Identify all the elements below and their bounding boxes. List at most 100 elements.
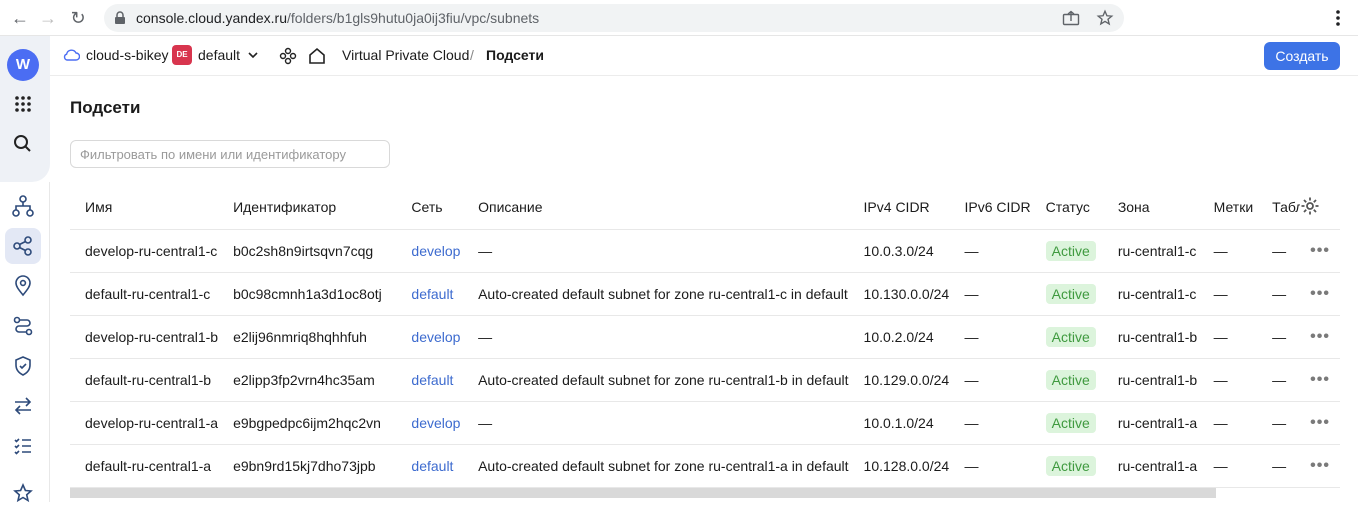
row-actions-cell: ••• — [1300, 401, 1340, 445]
column-header-description[interactable]: Описание — [463, 186, 849, 230]
subnet-ipv4: 10.0.1.0/24 — [848, 401, 950, 445]
column-header-name[interactable]: Имя — [70, 186, 219, 230]
subnet-name[interactable]: default-ru-central1-a — [70, 444, 219, 488]
column-header-ipv6[interactable]: IPv6 CIDR — [949, 186, 1031, 230]
subnet-id: e2lipp3fp2vrn4hc35am — [218, 358, 397, 402]
bookmark-star-icon[interactable] — [1096, 9, 1114, 27]
row-actions-cell: ••• — [1300, 229, 1340, 273]
table-row[interactable]: develop-ru-central1-c b0c2sh8n9irtsqvn7c… — [70, 229, 1340, 273]
column-header-route-table[interactable]: Табл — [1257, 186, 1301, 230]
column-header-ipv4[interactable]: IPv4 CIDR — [848, 186, 950, 230]
browser-menu-icon[interactable] — [1330, 6, 1346, 30]
chevron-down-icon[interactable] — [246, 48, 260, 62]
subnet-route-table: — — [1257, 315, 1301, 359]
column-settings-header — [1300, 186, 1340, 230]
subnet-name[interactable]: develop-ru-central1-c — [70, 229, 219, 273]
subnets-nav-item[interactable] — [5, 228, 41, 264]
subnet-route-table: — — [1257, 272, 1301, 316]
subnet-zone: ru-central1-c — [1102, 229, 1199, 273]
more-actions-icon[interactable]: ••• — [1310, 414, 1330, 432]
status-badge: Active — [1045, 326, 1096, 347]
back-icon[interactable]: ← — [8, 6, 32, 30]
network-link[interactable]: default — [411, 372, 453, 388]
forward-icon[interactable]: → — [36, 6, 60, 30]
gear-icon[interactable] — [1300, 196, 1320, 216]
cloud-icon — [63, 49, 80, 61]
more-actions-icon[interactable]: ••• — [1310, 328, 1330, 346]
address-bar[interactable]: console.cloud.yandex.ru/folders/b1gls9hu… — [104, 4, 1124, 32]
subnet-status-cell: Active — [1030, 401, 1103, 445]
network-link[interactable]: develop — [411, 243, 460, 259]
column-header-zone[interactable]: Зона — [1102, 186, 1199, 230]
table-header-row: Имя Идентификатор Сеть Описание IPv4 CID… — [70, 186, 1340, 230]
more-actions-icon[interactable]: ••• — [1310, 457, 1330, 475]
subnet-ipv6: — — [949, 272, 1031, 316]
row-actions-cell: ••• — [1300, 272, 1340, 316]
apps-grid-icon[interactable] — [9, 90, 37, 118]
table-row[interactable]: default-ru-central1-b e2lipp3fp2vrn4hc35… — [70, 358, 1340, 402]
column-header-id[interactable]: Идентификатор — [218, 186, 397, 230]
filter-input[interactable] — [70, 140, 390, 168]
subnet-description: — — [463, 315, 849, 359]
subnet-name[interactable]: develop-ru-central1-a — [70, 401, 219, 445]
subnet-zone: ru-central1-c — [1102, 272, 1199, 316]
subnet-name[interactable]: default-ru-central1-b — [70, 358, 219, 402]
share-icon[interactable] — [1062, 10, 1080, 26]
console-header: cloud-s-bikey DE default Virtual Private… — [50, 36, 1358, 76]
table-row[interactable]: default-ru-central1-a e9bn9rd15kj7dho73j… — [70, 444, 1340, 488]
table-row[interactable]: develop-ru-central1-a e9bgpedpc6ijm2hqc2… — [70, 401, 1340, 445]
more-actions-icon[interactable]: ••• — [1310, 371, 1330, 389]
more-actions-icon[interactable]: ••• — [1310, 285, 1330, 303]
subnet-labels: — — [1198, 444, 1258, 488]
services-icon[interactable] — [278, 46, 298, 66]
subnet-name[interactable]: default-ru-central1-c — [70, 272, 219, 316]
folder-badge: DE — [172, 45, 192, 65]
subnet-description: Auto-created default subnet for zone ru-… — [463, 358, 849, 402]
sidebar-top-panel: W — [0, 36, 50, 182]
column-header-status[interactable]: Статус — [1030, 186, 1103, 230]
cloud-selector[interactable]: cloud-s-bikey — [86, 47, 168, 63]
subnet-status-cell: Active — [1030, 444, 1103, 488]
horizontal-scrollbar[interactable] — [70, 488, 1216, 498]
more-actions-icon[interactable]: ••• — [1310, 242, 1330, 260]
subnets-table: Имя Идентификатор Сеть Описание IPv4 CID… — [70, 186, 1340, 488]
column-header-network[interactable]: Сеть — [396, 186, 464, 230]
table-row[interactable]: default-ru-central1-c b0c98cmnh1a3d1oc8o… — [70, 272, 1340, 316]
subnet-ipv4: 10.0.2.0/24 — [848, 315, 950, 359]
network-topology-icon[interactable] — [9, 192, 37, 220]
subnet-network-cell: default — [396, 272, 464, 316]
network-link[interactable]: develop — [411, 415, 460, 431]
security-shield-icon[interactable] — [9, 352, 37, 380]
row-actions-cell: ••• — [1300, 358, 1340, 402]
network-link[interactable]: default — [411, 286, 453, 302]
subnet-network-cell: default — [396, 444, 464, 488]
arrows-exchange-icon[interactable] — [9, 392, 37, 420]
subnet-status-cell: Active — [1030, 358, 1103, 402]
create-button[interactable]: Создать — [1264, 42, 1340, 70]
subnet-id: e9bn9rd15kj7dho73jpb — [218, 444, 397, 488]
subnet-id: e9bgpedpc6ijm2hqc2vn — [218, 401, 397, 445]
subnet-ipv6: — — [949, 401, 1031, 445]
network-link[interactable]: default — [411, 458, 453, 474]
yandex-cloud-logo[interactable]: W — [7, 49, 39, 81]
subnet-name[interactable]: develop-ru-central1-b — [70, 315, 219, 359]
subnet-zone: ru-central1-b — [1102, 315, 1199, 359]
location-pin-icon[interactable] — [9, 272, 37, 300]
search-icon[interactable] — [9, 130, 37, 158]
folder-selector[interactable]: default — [198, 47, 240, 63]
subnet-labels: — — [1198, 401, 1258, 445]
breadcrumb-service[interactable]: Virtual Private Cloud — [342, 47, 469, 63]
routes-icon[interactable] — [9, 312, 37, 340]
network-link[interactable]: develop — [411, 329, 460, 345]
breadcrumb-separator: / — [470, 47, 474, 63]
subnet-description: Auto-created default subnet for zone ru-… — [463, 444, 849, 488]
column-header-labels[interactable]: Метки — [1198, 186, 1258, 230]
favorites-star-icon[interactable] — [9, 480, 37, 508]
home-icon[interactable] — [307, 46, 327, 66]
checklist-icon[interactable] — [9, 432, 37, 460]
subnet-labels: — — [1198, 315, 1258, 359]
subnet-ipv4: 10.129.0.0/24 — [848, 358, 950, 402]
table-row[interactable]: develop-ru-central1-b e2lij96nmriq8hqhhf… — [70, 315, 1340, 359]
reload-icon[interactable]: ↻ — [66, 6, 90, 30]
left-sidebar: W — [0, 36, 50, 503]
